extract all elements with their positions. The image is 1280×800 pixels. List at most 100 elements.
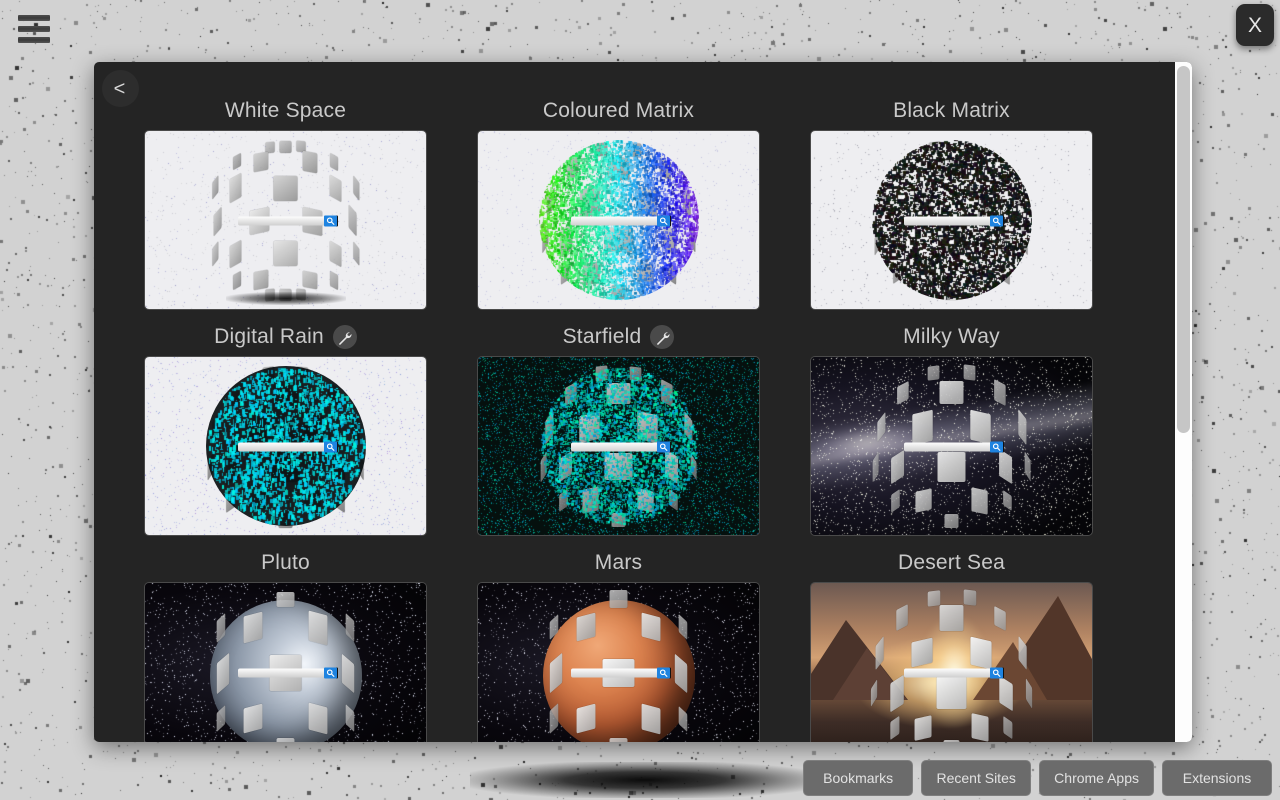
sphere-tile <box>1025 677 1032 709</box>
theme-preview-image <box>478 131 759 309</box>
sphere-tile <box>302 150 317 173</box>
sphere-tile <box>352 175 359 201</box>
theme-title-row: Digital Rain <box>144 318 427 356</box>
theme-title: Coloured Matrix <box>542 99 695 122</box>
theme-thumbnail-mars[interactable] <box>477 582 760 742</box>
sphere-tile <box>609 737 628 742</box>
theme-chooser-panel: < White Space Coloured Matrix Black Matrix… <box>94 62 1192 742</box>
sphere-tile <box>1003 716 1013 740</box>
close-button[interactable]: X <box>1236 4 1274 46</box>
preview-search-bar <box>237 441 337 453</box>
theme-thumbnail-white[interactable] <box>144 130 427 310</box>
bottom-button-bar: Bookmarks Recent Sites Chrome Apps Extensio… <box>803 760 1272 796</box>
theme-title: Mars <box>594 551 643 574</box>
sphere-tile <box>678 705 688 732</box>
sphere-tile <box>273 175 298 201</box>
sphere-tile <box>302 270 317 290</box>
theme-title-row: Pluto <box>144 544 427 582</box>
sphere-tile <box>345 612 355 642</box>
sphere-tile <box>254 151 269 173</box>
theme-card: Black Matrix <box>810 92 1093 310</box>
theme-thumbnail-starfield[interactable] <box>477 356 760 536</box>
sphere-tile <box>243 611 263 644</box>
sphere-tile <box>936 676 967 710</box>
sphere-tile <box>971 713 989 742</box>
theme-preview-image <box>811 131 1092 309</box>
desktop-background: X < White Space Coloured Matrix Black Matr… <box>0 0 1280 800</box>
theme-title: Digital Rain <box>214 325 324 348</box>
sphere-tile <box>896 604 909 632</box>
sphere-tile <box>970 636 992 670</box>
back-button[interactable]: < <box>102 70 139 107</box>
preview-search-bar <box>237 215 337 227</box>
theme-preview-image <box>811 357 1092 535</box>
tile-sphere <box>145 583 426 742</box>
preview-search-bar <box>570 441 670 453</box>
sphere-tile <box>970 409 991 445</box>
sphere-tile <box>875 635 885 671</box>
menu-bar-3 <box>18 37 50 43</box>
sphere-tile <box>999 675 1013 711</box>
theme-title-row: Coloured Matrix <box>477 92 760 130</box>
panel-drop-shadow <box>470 762 820 798</box>
sphere-tile <box>232 270 241 290</box>
theme-thumbnail-desertsea[interactable] <box>810 582 1093 742</box>
sphere-tile <box>549 652 563 694</box>
menu-bar-1 <box>18 15 50 21</box>
theme-title: Pluto <box>261 551 310 574</box>
theme-scroll-viewport[interactable]: White Space Coloured Matrix Black Matrix Di… <box>94 62 1192 742</box>
sphere-tile <box>576 703 596 734</box>
sphere-tile <box>927 365 940 381</box>
search-icon <box>656 215 670 227</box>
preview-search-bar <box>903 215 1003 227</box>
sphere-tile <box>229 172 242 204</box>
hamburger-menu-icon[interactable] <box>18 14 50 44</box>
scrollbar-track[interactable] <box>1175 62 1192 742</box>
bottom-button-recent-sites[interactable]: Recent Sites <box>921 760 1032 796</box>
theme-card: White Space <box>144 92 427 310</box>
bottom-button-extensions[interactable]: Extensions <box>1162 760 1272 796</box>
search-icon <box>323 441 337 453</box>
sphere-tile <box>329 240 342 268</box>
sphere-tile <box>216 705 226 732</box>
preview-search-bar <box>903 667 1003 679</box>
sphere-tile <box>549 703 559 734</box>
wrench-icon[interactable] <box>332 325 357 349</box>
scrollbar-thumb[interactable] <box>1177 66 1190 433</box>
preview-search-bar <box>237 667 337 679</box>
theme-title-row: White Space <box>144 92 427 130</box>
sphere-tile <box>674 653 688 693</box>
sphere-tile <box>576 612 596 642</box>
bottom-button-bookmarks[interactable]: Bookmarks <box>803 760 914 796</box>
sphere-tile <box>939 604 964 632</box>
theme-preview-image <box>145 583 426 742</box>
sphere-tile <box>216 652 230 694</box>
sphere-tile <box>915 488 932 514</box>
search-icon <box>656 441 670 453</box>
theme-card: Pluto <box>144 544 427 742</box>
sphere-tile <box>609 589 628 609</box>
sphere-tile <box>216 612 226 643</box>
theme-thumbnail-digitalrain[interactable] <box>144 356 427 536</box>
wrench-icon[interactable] <box>650 325 675 349</box>
theme-preview-image <box>478 583 759 742</box>
tile-sphere <box>478 583 759 742</box>
sphere-tile <box>308 702 328 735</box>
bottom-button-chrome-apps[interactable]: Chrome Apps <box>1039 760 1154 796</box>
theme-thumbnail-milkyway[interactable] <box>810 356 1093 536</box>
sphere-tile <box>914 714 932 741</box>
theme-thumbnail-pluto[interactable] <box>144 582 427 742</box>
sphere-tile <box>549 614 559 641</box>
theme-thumbnail-blackmatrix[interactable] <box>810 130 1093 310</box>
preview-search-bar <box>570 215 670 227</box>
theme-grid: White Space Coloured Matrix Black Matrix Di… <box>94 62 1192 742</box>
sphere-tile <box>963 589 976 607</box>
sphere-tile <box>937 451 966 482</box>
sphere-tile <box>891 489 900 513</box>
sphere-tile <box>254 269 269 291</box>
theme-thumbnail-colormatrix[interactable] <box>477 130 760 310</box>
sphere-tile <box>641 612 661 642</box>
sphere-tile <box>273 241 298 267</box>
sphere-tile <box>276 737 295 742</box>
sphere-tile <box>943 740 960 742</box>
